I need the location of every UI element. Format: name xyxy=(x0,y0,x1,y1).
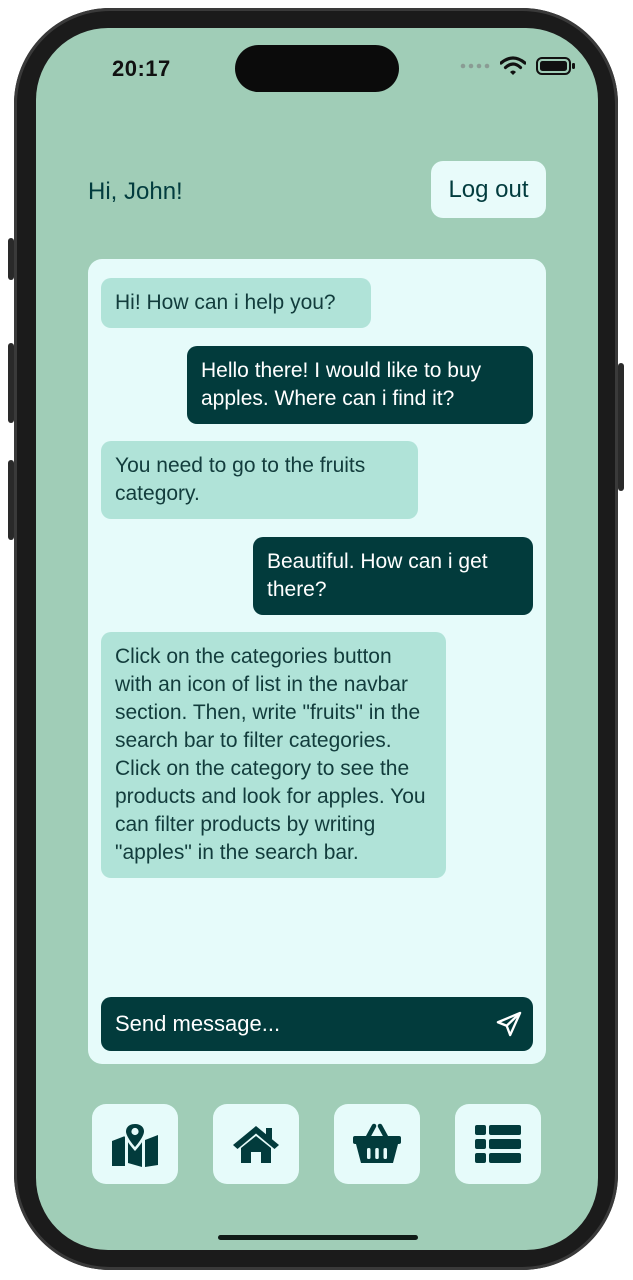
chat-message-user: Hello there! I would like to buy apples.… xyxy=(187,346,533,424)
logout-button[interactable]: Log out xyxy=(431,161,546,218)
nav-basket-button[interactable] xyxy=(334,1104,420,1184)
chat-message-bot: You need to go to the fruits category. xyxy=(101,441,418,519)
app-screen: 20:17 Hi, John! Log out Hi! How can i he… xyxy=(36,28,598,1250)
volume-down-button xyxy=(8,460,14,540)
cellular-signal-icon xyxy=(460,63,490,69)
status-time: 20:17 xyxy=(112,56,171,81)
home-icon xyxy=(233,1126,279,1163)
message-composer xyxy=(101,997,533,1051)
chat-message-bot: Click on the categories button with an i… xyxy=(101,632,446,878)
battery-icon xyxy=(536,57,575,75)
message-input[interactable] xyxy=(101,997,481,1051)
map-location-icon xyxy=(112,1121,158,1167)
nav-map-button[interactable] xyxy=(92,1104,178,1184)
action-button xyxy=(8,238,14,280)
power-button xyxy=(618,363,624,491)
dynamic-island xyxy=(235,45,399,92)
status-icons xyxy=(460,56,576,76)
chat-panel: Hi! How can i help you? Hello there! I w… xyxy=(88,259,546,1064)
nav-home-button[interactable] xyxy=(213,1104,299,1184)
home-indicator xyxy=(218,1235,418,1240)
chat-message-user: Beautiful. How can i get there? xyxy=(253,537,533,615)
basket-icon xyxy=(353,1123,401,1163)
volume-up-button xyxy=(8,343,14,423)
wifi-icon xyxy=(500,56,526,75)
chat-message-bot: Hi! How can i help you? xyxy=(101,278,371,328)
list-icon xyxy=(475,1125,521,1163)
nav-categories-button[interactable] xyxy=(455,1104,541,1184)
greeting: Hi, John! xyxy=(88,178,183,205)
send-icon[interactable] xyxy=(495,1010,523,1038)
